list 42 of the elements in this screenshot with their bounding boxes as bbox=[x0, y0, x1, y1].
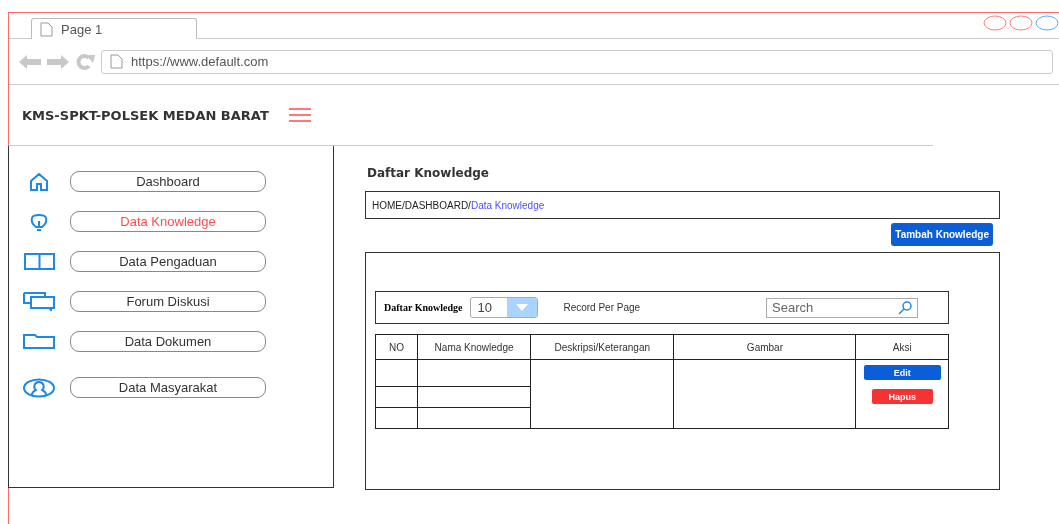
sidebar-item[interactable]: Data Pengaduan bbox=[70, 251, 266, 272]
sidebar-item[interactable]: Forum Diskusi bbox=[70, 291, 266, 312]
window-control-icon[interactable] bbox=[1009, 15, 1033, 31]
lightbulb-icon bbox=[29, 211, 49, 232]
toolbar-label: Daftar Knowledge bbox=[384, 302, 463, 313]
window-control-icon[interactable] bbox=[983, 15, 1007, 31]
column-header: Nama Knowledge bbox=[417, 334, 531, 360]
breadcrumb: HOME/DASHBOARD/Data Knowledge bbox=[365, 191, 1000, 219]
user-icon bbox=[22, 377, 56, 398]
address-bar[interactable]: https://www.default.com bbox=[101, 49, 1053, 74]
add-knowledge-button[interactable]: Tambah Knowledge bbox=[891, 223, 993, 246]
sidebar-item[interactable]: Data Dokumen bbox=[70, 331, 266, 352]
sidebar-item[interactable]: Data Masyarakat bbox=[70, 377, 266, 398]
browser-tab[interactable]: Page 1 bbox=[31, 18, 197, 39]
sidebar-item[interactable]: Dashboard bbox=[70, 171, 266, 192]
page-icon bbox=[110, 54, 123, 69]
action-button[interactable]: Edit bbox=[863, 365, 941, 380]
folder-icon bbox=[23, 334, 55, 349]
column-header: NO bbox=[375, 334, 418, 360]
back-arrow-icon[interactable] bbox=[19, 54, 41, 69]
search-icon[interactable] bbox=[898, 300, 912, 315]
app-title: KMS-SPKT-POLSEK MEDAN BARAT bbox=[22, 107, 269, 123]
column-header: Gambar bbox=[673, 334, 856, 360]
home-icon bbox=[29, 172, 49, 191]
window-control-icon[interactable] bbox=[1035, 15, 1059, 31]
table-cell bbox=[375, 407, 418, 429]
menu-icon[interactable] bbox=[288, 108, 311, 122]
caret-icon[interactable] bbox=[516, 304, 529, 311]
chat-icon bbox=[23, 292, 55, 311]
table-cell bbox=[375, 359, 418, 387]
page-size-select[interactable]: 10 bbox=[470, 297, 539, 318]
table-cell bbox=[375, 386, 418, 408]
page-size-label: Record Per Page bbox=[563, 302, 641, 313]
action-button[interactable]: Hapus bbox=[871, 389, 933, 404]
page-icon bbox=[40, 21, 53, 37]
page-title: Daftar Knowledge bbox=[367, 166, 490, 180]
book-icon bbox=[23, 253, 55, 270]
column-header: Aksi bbox=[855, 334, 949, 360]
reload-icon[interactable] bbox=[75, 53, 95, 70]
search-field[interactable]: Search bbox=[766, 297, 918, 318]
forward-arrow-icon[interactable] bbox=[47, 54, 69, 69]
column-header: Deskripsi/Keterangan bbox=[530, 334, 674, 360]
